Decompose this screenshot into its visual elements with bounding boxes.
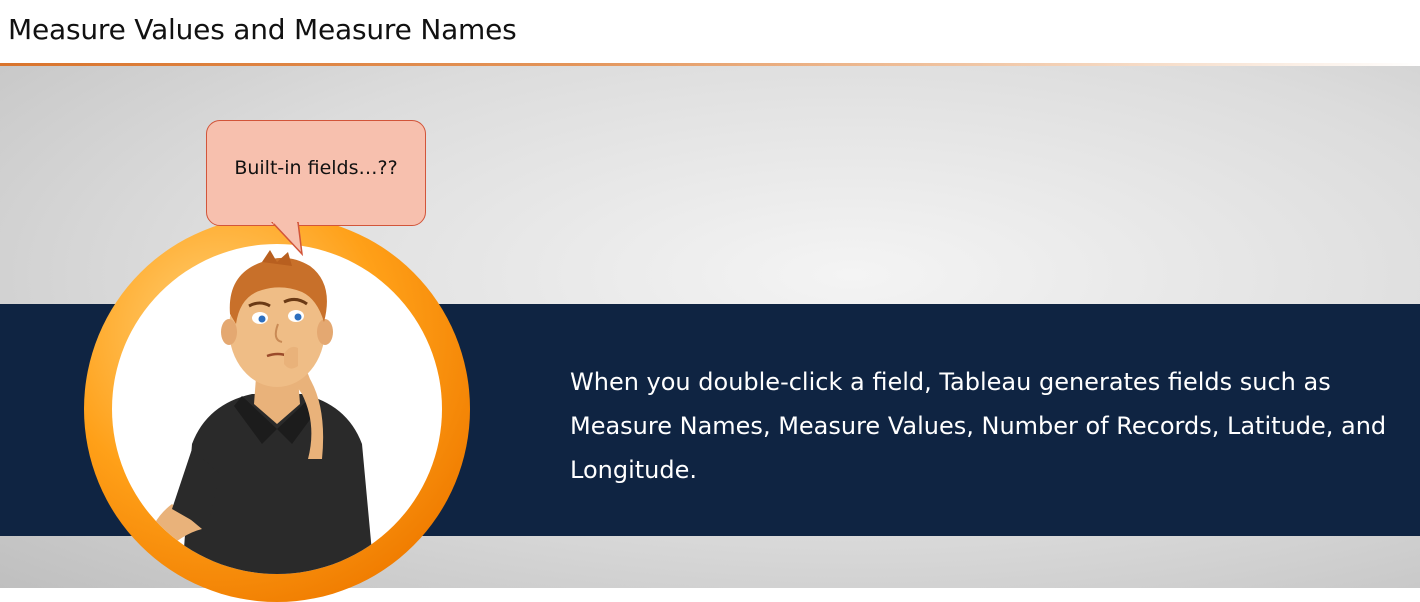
speech-bubble: Built-in fields…?? (206, 120, 426, 226)
title-bar: Measure Values and Measure Names (0, 0, 1420, 64)
avatar (112, 244, 442, 574)
speech-bubble-text: Built-in fields…?? (234, 157, 398, 179)
page-title: Measure Values and Measure Names (8, 13, 517, 46)
speech-bubble-tail (270, 222, 304, 256)
character-icon (147, 250, 374, 574)
body-text: When you double-click a field, Tableau g… (570, 368, 1387, 484)
